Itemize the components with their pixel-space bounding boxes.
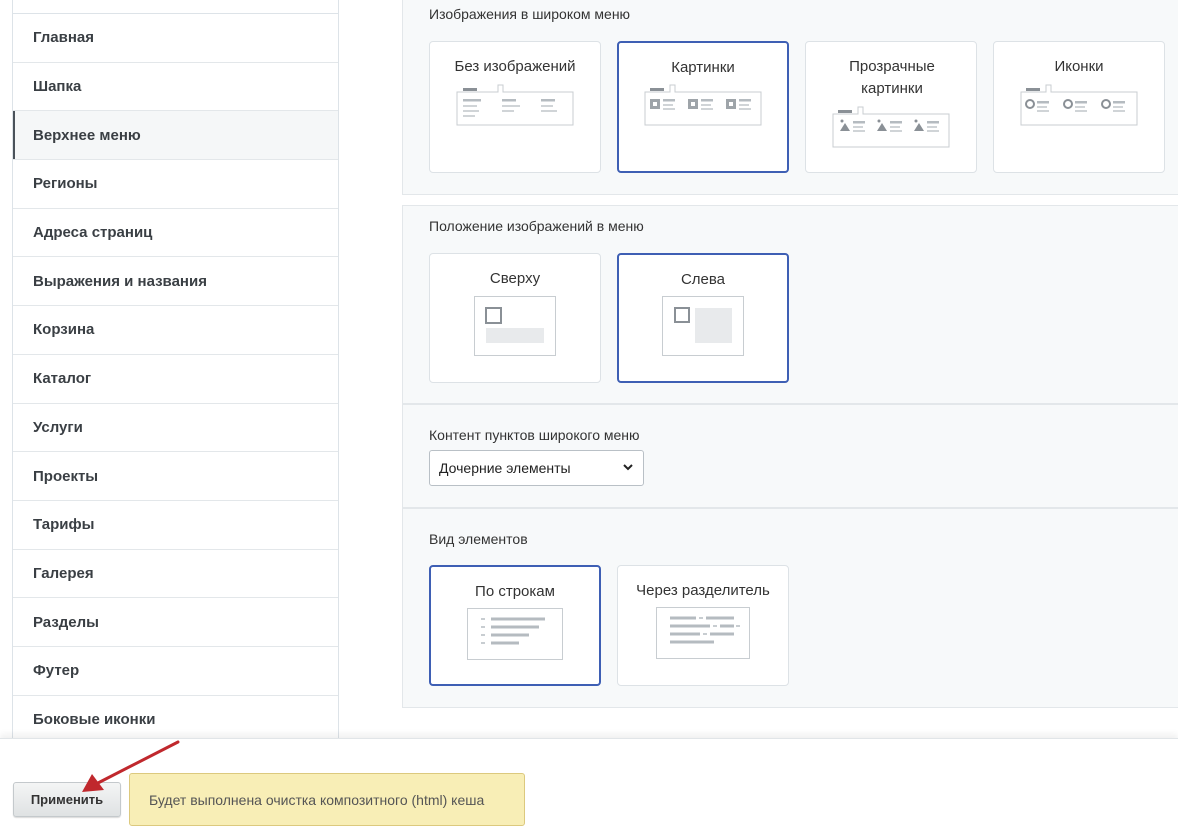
section-title: Контент пунктов широкого меню [429,427,640,443]
option-pictures[interactable]: Картинки [617,41,789,173]
option-by-rows[interactable]: По строкам [429,565,601,686]
option-icons[interactable]: Иконки [993,41,1165,173]
option-with-separator[interactable]: Через разделитель [617,565,789,686]
sidebar-item-side-icons[interactable]: Боковые иконки [13,696,338,738]
content-select-value: Дочерние элементы [439,460,571,476]
chevron-down-icon [623,464,633,471]
bottom-action-bar: Применить Будет выполнена очистка композ… [0,738,1178,836]
section-image-position: Положение изображений в меню Сверху Слев… [402,205,1178,404]
settings-page: Главная Шапка Верхнее меню Регионы Адрес… [0,0,1178,836]
option-label: Сверху [489,270,541,287]
settings-main: Изображения в широком меню Без изображен… [339,0,1178,738]
sidebar-item-projects[interactable]: Проекты [13,452,338,501]
option-label: Иконки [1054,58,1104,75]
section-content: Контент пунктов широкого меню Дочерние э… [402,404,1178,508]
sidebar-item-header[interactable]: Шапка [13,63,338,112]
option-position-top[interactable]: Сверху [429,253,601,383]
sidebar-item-tariffs[interactable]: Тарифы [13,501,338,550]
option-label: По строкам [475,583,555,600]
with-separator-preview-icon [656,607,750,659]
position-top-preview-icon [474,296,556,356]
section-title: Изображения в широком меню [429,6,631,22]
option-transparent-pictures[interactable]: Прозрачные картинки [805,41,977,173]
sidebar-item-phrases[interactable]: Выражения и названия [13,257,338,307]
option-position-left[interactable]: Слева [617,253,789,383]
sidebar-item-main[interactable]: Главная [13,14,338,63]
sidebar-item-services[interactable]: Услуги [13,404,338,453]
sidebar-item-footer[interactable]: Футер [13,647,338,696]
sidebar-item-sections[interactable]: Разделы [13,598,338,647]
sidebar-item-top-menu[interactable]: Верхнее меню [13,111,338,161]
section-title: Положение изображений в меню [429,218,644,234]
section-title: Вид элементов [429,531,528,547]
sidebar-item-regions[interactable]: Регионы [13,160,338,209]
apply-button[interactable]: Применить [13,782,121,817]
content-select[interactable]: Дочерние элементы [429,450,644,486]
sidebar-top-strip [13,0,338,14]
sidebar-item-catalog[interactable]: Каталог [13,355,338,404]
option-label: Без изображений [454,58,576,75]
sidebar-item-cart[interactable]: Корзина [13,306,338,355]
icons-preview-icon [1020,84,1138,126]
option-label: Прозрачные картинки [849,58,935,97]
sidebar-item-gallery[interactable]: Галерея [13,550,338,599]
section-images-in-menu: Изображения в широком меню Без изображен… [402,0,1178,195]
sidebar-item-page-addresses[interactable]: Адреса страниц [13,209,338,258]
position-left-preview-icon [662,296,744,356]
option-label: Слева [680,271,726,288]
by-rows-preview-icon [467,608,563,660]
pictures-preview-icon [644,84,762,126]
transparent-pictures-preview-icon [832,106,950,148]
section-view: Вид элементов По строкам Через разделите… [402,508,1178,708]
no-images-preview-icon [456,84,574,126]
cache-notice: Будет выполнена очистка композитного (ht… [129,773,525,826]
option-no-images[interactable]: Без изображений [429,41,601,173]
settings-sidebar: Главная Шапка Верхнее меню Регионы Адрес… [12,0,339,738]
option-label: Через разделитель [636,582,770,599]
option-label: Картинки [671,59,735,76]
